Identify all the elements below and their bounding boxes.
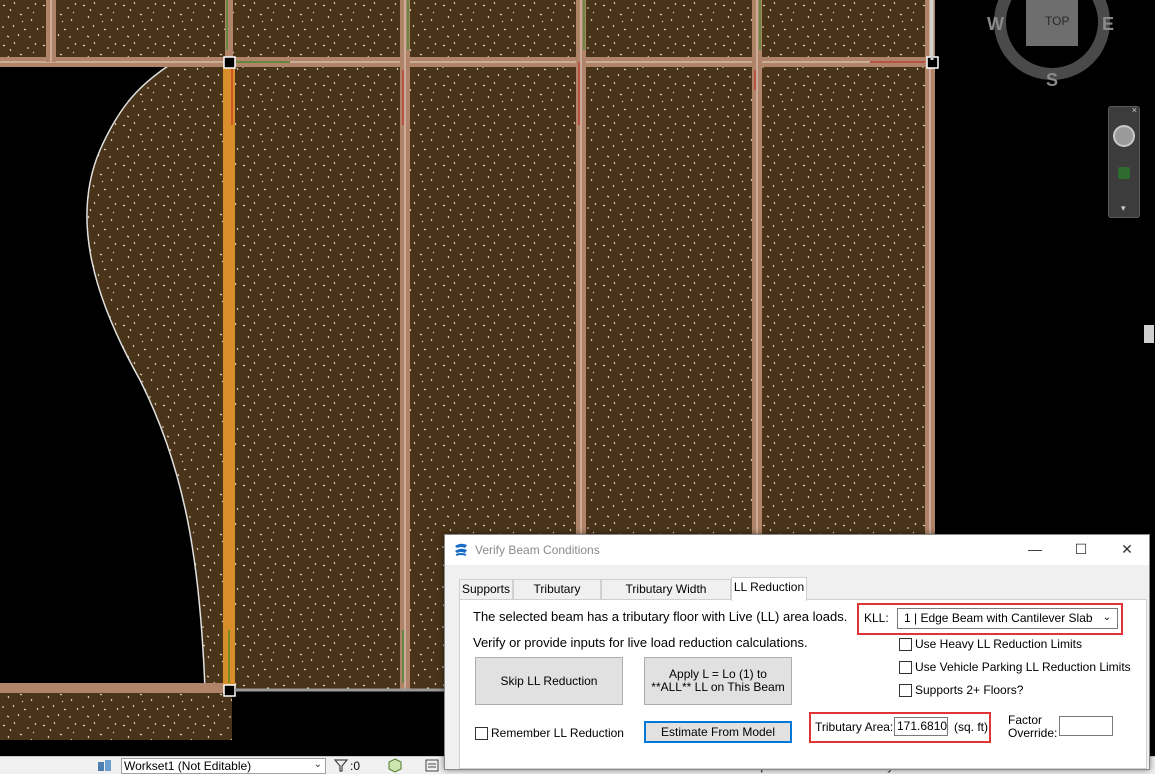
filter-icon[interactable] <box>333 758 349 773</box>
beam-v-top-a <box>225 0 233 62</box>
factor-line2: Override: <box>1008 726 1058 740</box>
navbar-menu-chevron-icon[interactable]: ▾ <box>1121 203 1126 214</box>
vehicle-parking-checkbox[interactable] <box>899 661 912 674</box>
vehicle-parking-label: Use Vehicle Parking LL Reduction Limits <box>915 660 1131 674</box>
slab-top-strip <box>0 0 932 62</box>
factor-line1: Factor <box>1008 713 1043 727</box>
grip-top-left[interactable] <box>223 56 236 69</box>
tributary-area-label: Tributary Area: <box>815 720 894 734</box>
chevron-down-icon: ⌄ <box>313 759 322 770</box>
skip-ll-reduction-button[interactable]: Skip LL Reduction <box>475 657 623 705</box>
kll-value: 1 | Edge Beam with Cantilever Slab <box>904 611 1093 625</box>
ll-reduction-panel: The selected beam has a tributary floor … <box>459 599 1147 769</box>
tributary-area-input[interactable]: 171.68107 <box>894 717 948 736</box>
viewcube-west[interactable]: W <box>987 14 1004 35</box>
viewcube-south[interactable]: S <box>1046 70 1058 91</box>
workset-dropdown[interactable]: Workset1 (Not Editable) ⌄ <box>121 758 326 774</box>
slab-bottom-strip <box>0 690 232 740</box>
remember-checkbox[interactable] <box>475 727 488 740</box>
heavy-ll-label: Use Heavy LL Reduction Limits <box>915 637 1082 651</box>
minimize-button[interactable]: — <box>1012 535 1058 565</box>
apply-lo-button[interactable]: Apply L = Lo (1) to **ALL** LL on This B… <box>644 657 792 705</box>
factor-override-input[interactable] <box>1059 716 1113 736</box>
zoom-icon[interactable] <box>1118 167 1130 179</box>
filter-count: :0 <box>350 759 361 773</box>
remember-label: Remember LL Reduction <box>491 726 624 740</box>
steering-wheel-icon[interactable] <box>1113 125 1135 147</box>
beam-v-highlighted <box>223 62 235 690</box>
tab-supports[interactable]: Supports <box>459 579 513 599</box>
verify-beam-conditions-dialog: Verify Beam Conditions — ☐ ✕ Supports Tr… <box>444 534 1150 770</box>
factor-override-label: Factor Override: <box>1008 714 1057 740</box>
verify-text: Verify or provide inputs for live load r… <box>473 635 808 650</box>
workset-value: Workset1 (Not Editable) <box>124 759 252 773</box>
viewcube[interactable]: TOP W E S <box>985 0 1120 95</box>
tributary-area-unit: (sq. ft) <box>954 720 989 734</box>
scrollbar-thumb[interactable] <box>1144 325 1154 343</box>
maximize-button[interactable]: ☐ <box>1058 535 1104 565</box>
kll-dropdown[interactable]: 1 | Edge Beam with Cantilever Slab ⌄ <box>897 608 1118 629</box>
dialog-title: Verify Beam Conditions <box>475 543 600 557</box>
dialog-titlebar[interactable]: Verify Beam Conditions — ☐ ✕ <box>445 535 1149 565</box>
kll-label: KLL: <box>864 611 889 625</box>
supports-floors-checkbox[interactable] <box>899 684 912 697</box>
navbar-close-icon[interactable]: × <box>1132 105 1137 115</box>
navigation-bar[interactable]: × ▾ <box>1108 105 1140 218</box>
apply-line2: **ALL** LL on This Beam <box>651 680 785 694</box>
chevron-down-icon: ⌄ <box>1102 612 1111 623</box>
beam-bottom <box>0 683 232 693</box>
tab-tributary-beams[interactable]: Tributary Beams <box>513 579 601 614</box>
model-icon[interactable] <box>424 758 440 773</box>
tab-ll-reduction[interactable]: LL Reduction <box>731 577 807 601</box>
worksets-icon[interactable] <box>97 758 113 773</box>
tab-tributary-width-sampling[interactable]: Tributary Width Sampling <box>601 579 731 614</box>
viewcube-east[interactable]: E <box>1102 14 1114 35</box>
design-options-icon[interactable] <box>387 758 403 773</box>
intro-text: The selected beam has a tributary floor … <box>473 609 848 624</box>
close-button[interactable]: ✕ <box>1104 535 1150 565</box>
supports-floors-label: Supports 2+ Floors? <box>915 683 1024 697</box>
app-logo-icon <box>455 543 467 556</box>
viewcube-top-face[interactable]: TOP <box>1045 14 1069 28</box>
estimate-from-model-button[interactable]: Estimate From Model <box>644 721 792 743</box>
heavy-ll-checkbox[interactable] <box>899 638 912 651</box>
grip-bottom[interactable] <box>223 684 236 697</box>
